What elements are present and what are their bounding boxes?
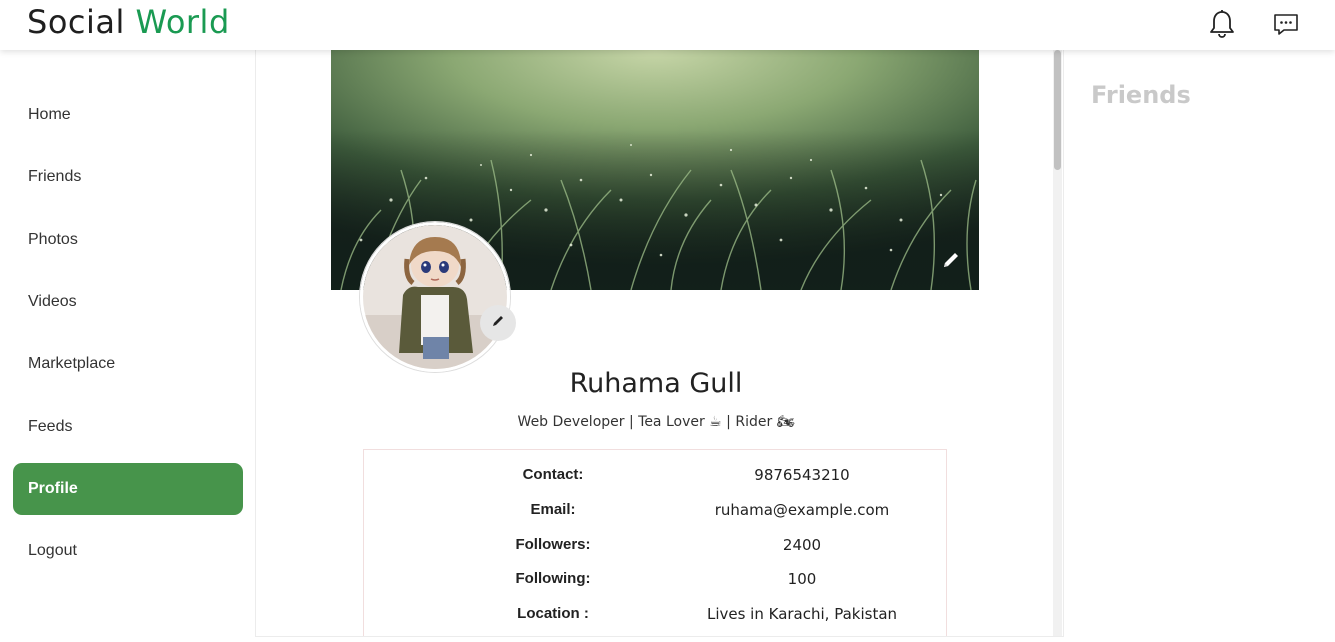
brand-word-social: Social xyxy=(27,3,125,41)
info-row-contact: Contact: 9876543210 xyxy=(364,466,946,490)
info-row-followers: Followers: 2400 xyxy=(364,536,946,560)
profile-info-table: Contact: 9876543210 Email: ruhama@exampl… xyxy=(363,449,947,636)
sidebar-item-label: Home xyxy=(28,106,71,123)
profile-main: Ruhama Gull Web Developer | Tea Lover ☕ … xyxy=(255,50,1064,637)
main-scrollbar[interactable] xyxy=(1053,50,1062,636)
top-header: Social World xyxy=(0,0,1335,50)
sidebar-item-feeds[interactable]: Feeds xyxy=(13,401,243,453)
sidebar-item-logout[interactable]: Logout xyxy=(13,525,243,577)
pencil-icon xyxy=(491,314,505,333)
info-value: Lives in Karachi, Pakistan xyxy=(706,605,898,623)
scrollbar-thumb[interactable] xyxy=(1054,50,1061,170)
info-value: 9876543210 xyxy=(754,466,850,484)
profile-avatar[interactable] xyxy=(360,222,510,372)
bell-icon[interactable] xyxy=(1206,8,1238,40)
sidebar-item-label: Feeds xyxy=(28,418,73,435)
sidebar-item-marketplace[interactable]: Marketplace xyxy=(13,338,243,390)
sidebar-item-label: Marketplace xyxy=(28,355,116,372)
info-value: ruhama@example.com xyxy=(714,501,890,519)
sidebar-nav: Home Friends Photos Videos Marketplace F… xyxy=(0,50,255,642)
sidebar-item-profile[interactable]: Profile xyxy=(13,463,243,515)
profile-bio: Web Developer | Tea Lover ☕ | Rider 🏍 xyxy=(517,414,795,430)
sidebar-item-friends[interactable]: Friends xyxy=(13,151,243,203)
info-value: 2400 xyxy=(782,536,822,554)
sidebar-item-label: Profile xyxy=(28,480,78,497)
sidebar-item-label: Photos xyxy=(28,231,78,248)
info-row-following: Following: 100 xyxy=(364,570,946,594)
friends-panel: Friends xyxy=(1063,50,1335,642)
sidebar-item-videos[interactable]: Videos xyxy=(13,276,243,328)
edit-avatar-button[interactable] xyxy=(480,305,516,341)
info-row-email: Email: ruhama@example.com xyxy=(364,501,946,525)
brand-logo[interactable]: Social World xyxy=(27,3,230,41)
sidebar-item-label: Friends xyxy=(28,168,82,185)
profile-name: Ruhama Gull xyxy=(569,368,743,399)
brand-word-world: World xyxy=(135,3,230,41)
sidebar-item-label: Videos xyxy=(28,293,77,310)
edit-cover-pencil-icon[interactable] xyxy=(941,250,961,270)
sidebar-item-photos[interactable]: Photos xyxy=(13,214,243,266)
info-row-location: Location : Lives in Karachi, Pakistan xyxy=(364,605,946,629)
info-value: 100 xyxy=(787,570,817,588)
chat-icon[interactable] xyxy=(1270,8,1302,40)
friends-panel-title: Friends xyxy=(1091,81,1191,109)
sidebar-item-label: Logout xyxy=(28,542,77,559)
sidebar-item-home[interactable]: Home xyxy=(13,89,243,141)
